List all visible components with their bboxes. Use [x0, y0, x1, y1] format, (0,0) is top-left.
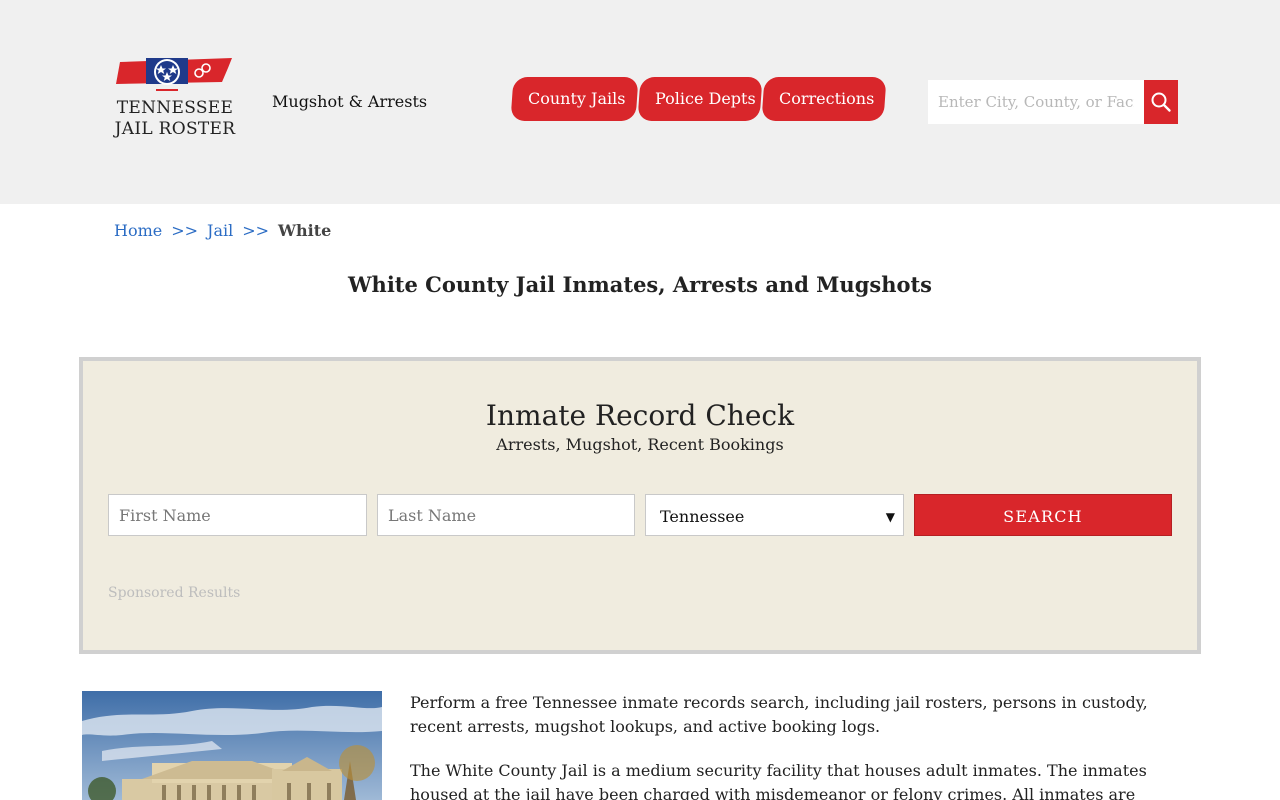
chevron-down-icon: ▼: [885, 510, 895, 524]
logo-line-2: JAIL ROSTER: [114, 119, 236, 139]
nav-label: County Jails: [528, 89, 626, 108]
last-name-input[interactable]: [377, 494, 635, 536]
main-nav: County Jails Police Depts Corrections: [510, 77, 887, 121]
state-select[interactable]: Tennessee ▼: [645, 494, 904, 536]
sponsored-results-label: Sponsored Results: [108, 585, 241, 601]
nav-label: Corrections: [779, 89, 875, 108]
intro-paragraph: Perform a free Tennessee inmate records …: [410, 693, 1148, 736]
site-search-button[interactable]: [1144, 80, 1178, 124]
site-tagline: Mugshot & Arrests: [272, 92, 428, 111]
record-check-title: Inmate Record Check: [485, 399, 795, 432]
page-title: White County Jail Inmates, Arrests and M…: [347, 272, 933, 297]
nav-county-jails-button[interactable]: County Jails: [510, 77, 639, 121]
inmate-record-check-panel: Inmate Record Check Arrests, Mugshot, Re…: [79, 357, 1201, 654]
jail-description-paragraph: The White County Jail is a medium securi…: [410, 761, 1147, 800]
site-logo[interactable]: TENNESSEE JAIL ROSTER: [110, 56, 240, 148]
site-search: [928, 80, 1178, 124]
breadcrumb-separator: >>: [242, 221, 270, 240]
logo-text: TENNESSEE JAIL ROSTER: [110, 98, 240, 140]
record-check-subtitle: Arrests, Mugshot, Recent Bookings: [496, 435, 784, 454]
nav-label: Police Depts: [655, 89, 756, 108]
courthouse-image-icon: [82, 691, 382, 800]
breadcrumb-current: White: [278, 221, 332, 240]
record-search-button[interactable]: SEARCH: [914, 494, 1172, 536]
breadcrumb-home-link[interactable]: Home: [114, 221, 162, 240]
breadcrumb-separator: >>: [171, 221, 199, 240]
breadcrumb-jail-link[interactable]: Jail: [207, 221, 233, 240]
tennessee-flag-logo-icon: [116, 58, 232, 91]
state-select-value: Tennessee: [660, 507, 745, 526]
site-header: TENNESSEE JAIL ROSTER Mugshot & Arrests …: [0, 0, 1280, 204]
search-icon: [1151, 92, 1171, 112]
logo-line-1: TENNESSEE: [116, 98, 234, 118]
nav-police-depts-button[interactable]: Police Depts: [637, 77, 763, 121]
site-search-input[interactable]: [928, 80, 1144, 124]
courthouse-photo: [82, 691, 382, 800]
nav-corrections-button[interactable]: Corrections: [761, 77, 887, 121]
breadcrumb: Home >> Jail >> White: [114, 221, 331, 240]
first-name-input[interactable]: [108, 494, 367, 536]
